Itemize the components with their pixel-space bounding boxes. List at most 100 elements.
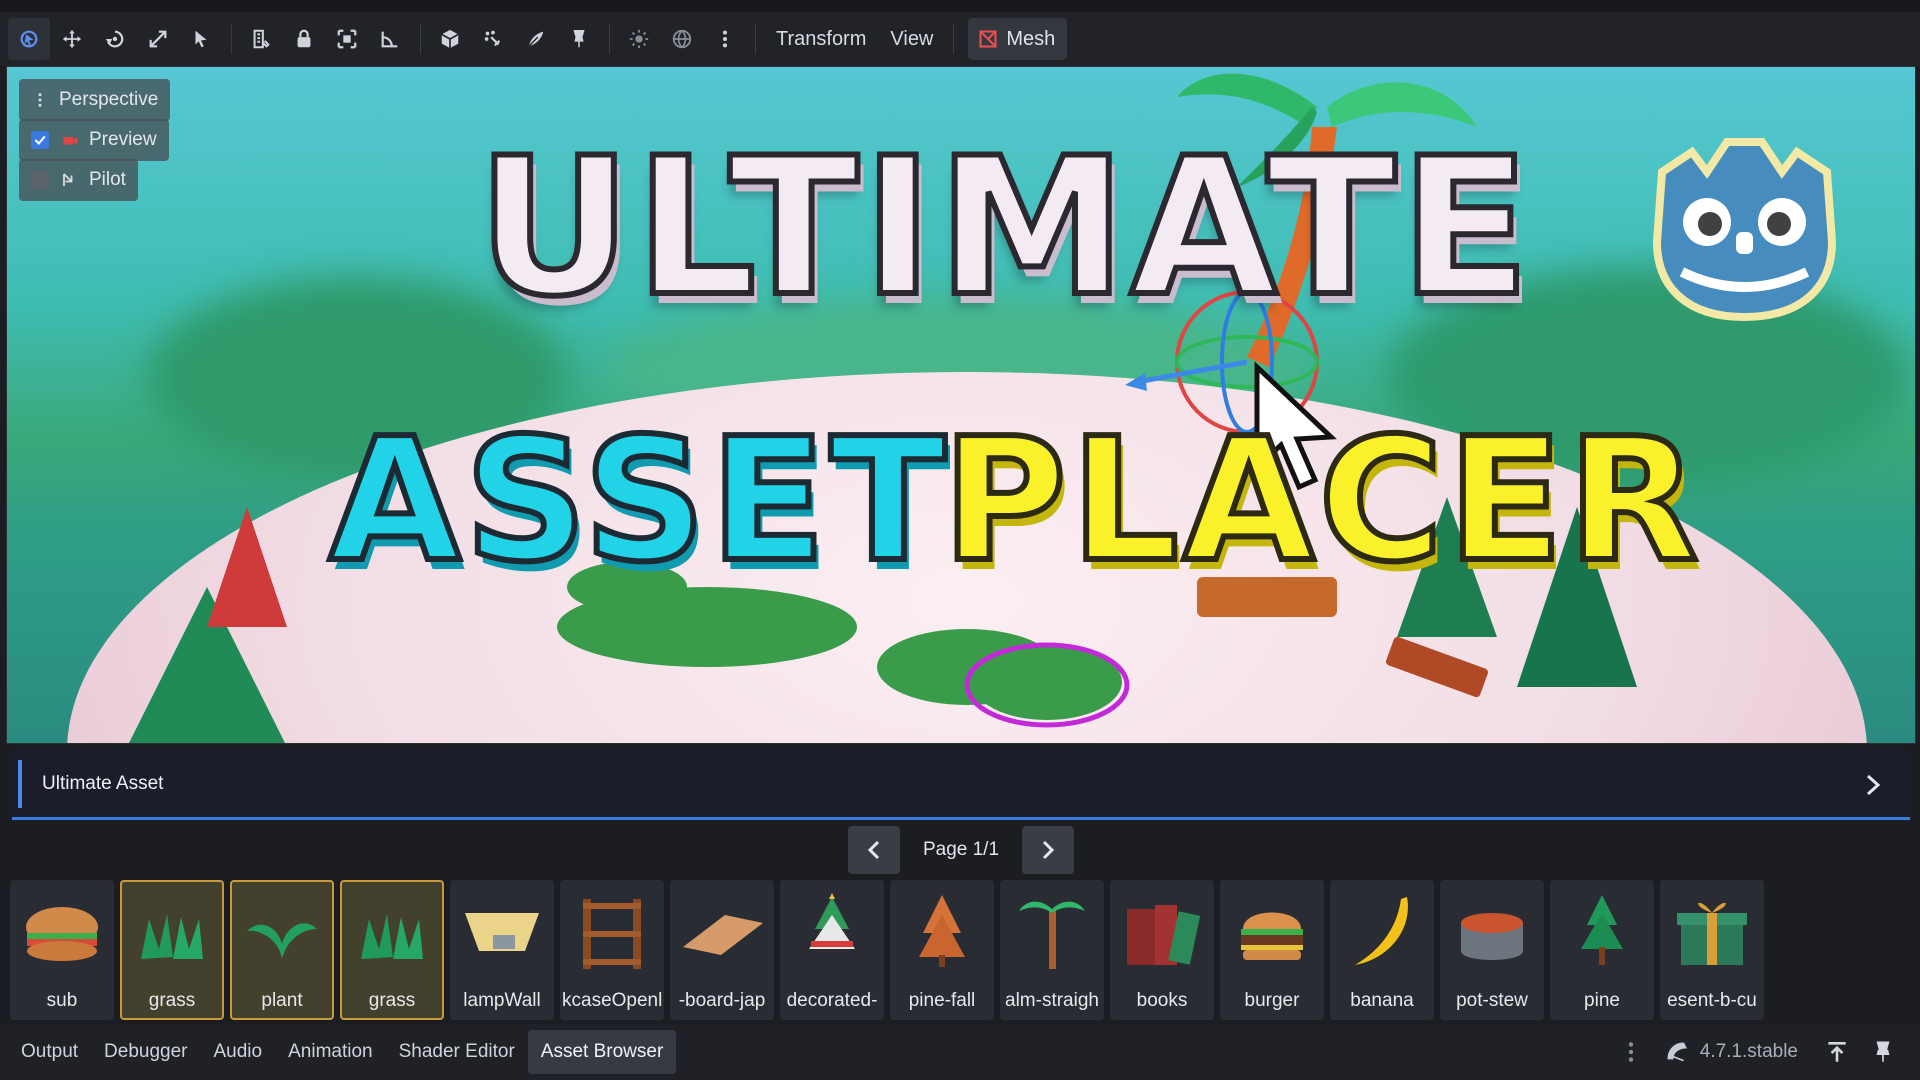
asset-label: grass bbox=[368, 990, 416, 1011]
title-placer: PLACER bbox=[939, 399, 1703, 603]
use-snap-icon[interactable] bbox=[472, 18, 514, 60]
vertical-dots-icon bbox=[38, 93, 42, 107]
ruler-icon[interactable] bbox=[240, 18, 282, 60]
tab-debugger[interactable]: Debugger bbox=[91, 1030, 200, 1074]
toolbar-divider bbox=[420, 24, 421, 54]
asset-tile[interactable]: pot-stew bbox=[1440, 880, 1544, 1020]
snap-icon[interactable] bbox=[369, 18, 411, 60]
asset-label: decorated- bbox=[786, 990, 878, 1011]
camera-icon[interactable] bbox=[558, 18, 600, 60]
transform-menu[interactable]: Transform bbox=[764, 18, 878, 60]
asset-tile[interactable]: pine-fall bbox=[890, 880, 994, 1020]
preview-toggle[interactable]: Preview bbox=[19, 119, 169, 161]
group-icon[interactable] bbox=[326, 18, 368, 60]
tab-asset-browser[interactable]: Asset Browser bbox=[527, 1030, 677, 1074]
asset-tile[interactable]: banana bbox=[1330, 880, 1434, 1020]
asset-label: books bbox=[1136, 990, 1188, 1011]
sandwich-icon bbox=[12, 886, 112, 978]
chevron-left-icon bbox=[867, 840, 880, 860]
pilot-toggle[interactable]: Pilot bbox=[19, 159, 138, 201]
preview-label: Preview bbox=[89, 129, 157, 150]
asset-label: burger bbox=[1244, 990, 1300, 1011]
present-icon bbox=[1662, 886, 1762, 978]
asset-tile[interactable]: decorated- bbox=[780, 880, 884, 1020]
chevron-right-icon[interactable] bbox=[1862, 772, 1884, 798]
list-select-icon[interactable] bbox=[180, 18, 222, 60]
title-ultimate: ULTIMATE bbox=[474, 114, 1534, 341]
scale-mode-icon[interactable] bbox=[137, 18, 179, 60]
books-icon bbox=[1112, 886, 1212, 978]
asset-placer-panel-header: Ultimate Asset bbox=[12, 750, 1910, 820]
more-icon[interactable] bbox=[704, 18, 746, 60]
pine-icon bbox=[1552, 886, 1652, 978]
page-indicator: Page 1/1 bbox=[922, 839, 1000, 860]
board-icon bbox=[672, 886, 772, 978]
title-asset: ASSET bbox=[326, 399, 950, 603]
pilot-label: Pilot bbox=[89, 169, 126, 190]
more-icon[interactable] bbox=[1618, 1039, 1644, 1065]
mesh-label: Mesh bbox=[1006, 27, 1056, 50]
3d-viewport[interactable]: ULTIMATE ASSET PLACER Perspective Previe… bbox=[6, 66, 1916, 744]
asset-tile[interactable]: alm-straigh bbox=[1000, 880, 1104, 1020]
sun-icon[interactable] bbox=[618, 18, 660, 60]
banana-icon bbox=[1332, 886, 1432, 978]
camera-preview-icon bbox=[63, 137, 78, 145]
asset-tile[interactable]: esent-b-cu bbox=[1660, 880, 1764, 1020]
asset-label: lampWall bbox=[463, 990, 541, 1011]
bench bbox=[1386, 636, 1488, 698]
move-mode-icon[interactable] bbox=[51, 18, 93, 60]
burger-icon bbox=[1222, 886, 1322, 978]
mesh-menu[interactable]: Mesh bbox=[968, 18, 1068, 60]
asset-tile[interactable]: plant bbox=[230, 880, 334, 1020]
pine-fall-icon bbox=[892, 886, 992, 978]
tab-animation[interactable]: Animation bbox=[275, 1030, 386, 1074]
select-mode-icon[interactable] bbox=[8, 18, 50, 60]
tab-audio[interactable]: Audio bbox=[201, 1030, 276, 1074]
bookcase-icon bbox=[562, 886, 662, 978]
asset-label: kcaseOpenl bbox=[562, 990, 662, 1011]
asset-tile[interactable]: books bbox=[1110, 880, 1214, 1020]
asset-tile[interactable]: grass bbox=[340, 880, 444, 1020]
asset-tile[interactable]: sub bbox=[10, 880, 114, 1020]
asset-label: pine bbox=[1584, 990, 1620, 1011]
asset-label: esent-b-cu bbox=[1667, 990, 1757, 1011]
local-space-icon[interactable] bbox=[429, 18, 471, 60]
expand-panel-icon[interactable] bbox=[1824, 1039, 1850, 1065]
rotate-mode-icon[interactable] bbox=[94, 18, 136, 60]
panel-accent bbox=[18, 759, 22, 808]
asset-tile[interactable]: -board-jap bbox=[670, 880, 774, 1020]
asset-tile[interactable]: grass bbox=[120, 880, 224, 1020]
pilot-icon bbox=[63, 173, 73, 186]
lock-icon[interactable] bbox=[283, 18, 325, 60]
perspective-button[interactable]: Perspective bbox=[19, 79, 171, 121]
pilot-checkbox[interactable] bbox=[31, 171, 49, 189]
perspective-label: Perspective bbox=[59, 89, 159, 110]
plant-icon bbox=[232, 886, 332, 978]
update-spinner-icon[interactable] bbox=[1664, 1039, 1690, 1065]
asset-tile[interactable]: kcaseOpenl bbox=[560, 880, 664, 1020]
view-menu[interactable]: View bbox=[878, 18, 945, 60]
preview-checkbox[interactable] bbox=[31, 131, 49, 149]
environment-icon[interactable] bbox=[661, 18, 703, 60]
panel-title: Ultimate Asset bbox=[42, 772, 164, 794]
asset-tile[interactable]: lampWall bbox=[450, 880, 554, 1020]
asset-label: grass bbox=[148, 990, 196, 1011]
next-page-button[interactable] bbox=[1022, 826, 1074, 874]
tab-output[interactable]: Output bbox=[8, 1030, 91, 1074]
particles-icon[interactable] bbox=[515, 18, 557, 60]
prev-page-button[interactable] bbox=[848, 826, 900, 874]
toolbar-divider bbox=[755, 24, 756, 54]
mesh-icon bbox=[979, 30, 997, 48]
asset-tile[interactable]: pine bbox=[1550, 880, 1654, 1020]
editor-toolbar: Transform View Mesh bbox=[0, 0, 1920, 66]
asset-label: pine-fall bbox=[908, 990, 976, 1011]
tab-shader-editor[interactable]: Shader Editor bbox=[386, 1030, 528, 1074]
grass-icon bbox=[122, 886, 222, 978]
toolbar-divider bbox=[609, 24, 610, 54]
pot-icon bbox=[1442, 886, 1542, 978]
asset-tile[interactable]: burger bbox=[1220, 880, 1324, 1020]
check-icon bbox=[34, 135, 46, 146]
pin-icon[interactable] bbox=[1870, 1039, 1896, 1065]
asset-label: banana bbox=[1350, 990, 1414, 1011]
lamp-wall-icon bbox=[452, 886, 552, 978]
